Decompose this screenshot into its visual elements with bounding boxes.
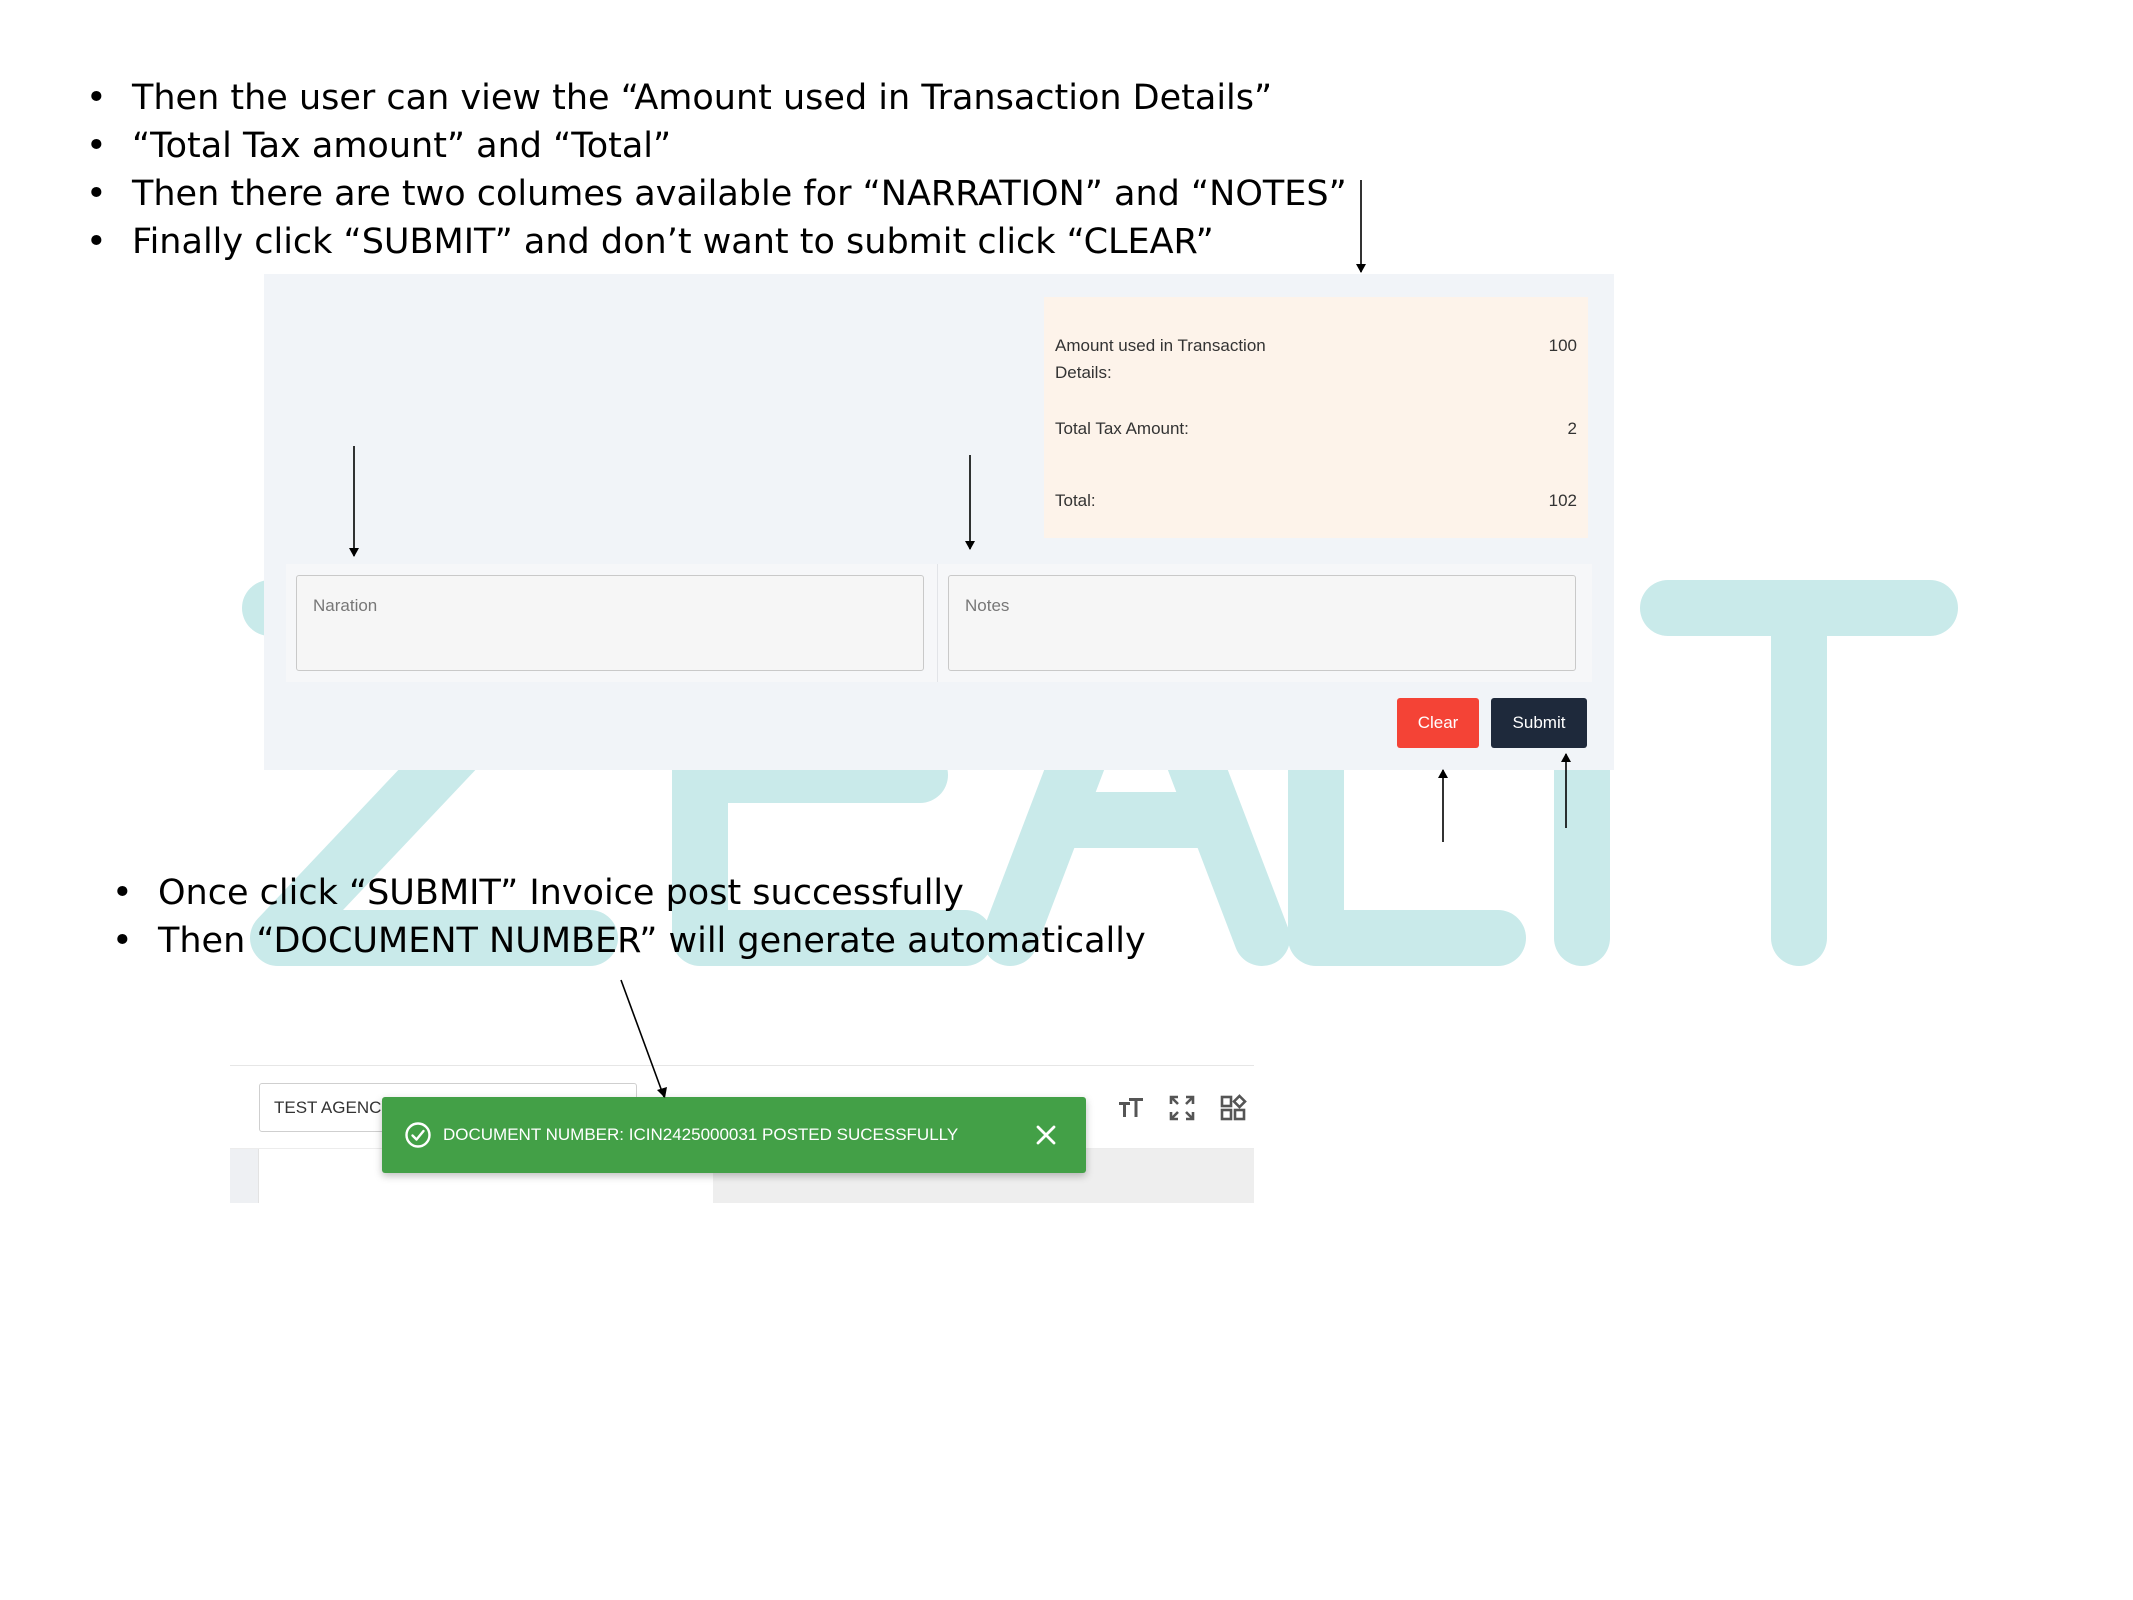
column-divider — [937, 564, 938, 682]
total-label: Total: — [1055, 491, 1096, 510]
instruction-item: Once click “SUBMIT” Invoice post success… — [112, 869, 1146, 917]
narration-field[interactable] — [296, 575, 924, 671]
check-circle-icon — [405, 1122, 431, 1148]
arrowhead — [1356, 264, 1366, 273]
text-size-icon[interactable] — [1117, 1094, 1145, 1122]
tax-value: 2 — [1567, 419, 1577, 438]
narration-notes-section — [286, 564, 1592, 682]
instruction-item: Finally click “SUBMIT” and don’t want to… — [86, 218, 1347, 266]
success-toast: DOCUMENT NUMBER: ICIN2425000031 POSTED S… — [382, 1097, 1086, 1173]
clear-button[interactable]: Clear — [1397, 698, 1479, 748]
close-icon[interactable] — [1032, 1121, 1060, 1149]
widgets-icon[interactable] — [1219, 1094, 1247, 1122]
fullscreen-icon[interactable] — [1168, 1094, 1196, 1122]
instruction-item: Then “DOCUMENT NUMBER” will generate aut… — [112, 917, 1146, 965]
amount-label: Amount used in Transaction Details: — [1055, 336, 1266, 382]
toast-message: DOCUMENT NUMBER: ICIN2425000031 POSTED S… — [443, 1125, 959, 1144]
instructions-top: Then the user can view the “Amount used … — [86, 74, 1347, 266]
invoice-summary-panel: Amount used in Transaction Details: 100 … — [264, 274, 1614, 770]
arrowhead — [1438, 769, 1448, 778]
instructions-bottom: Once click “SUBMIT” Invoice post success… — [112, 869, 1146, 965]
side-strip — [230, 1149, 258, 1203]
notes-field[interactable] — [948, 575, 1576, 671]
instruction-item: “Total Tax amount” and “Total” — [86, 122, 1347, 170]
total-value: 102 — [1548, 491, 1577, 510]
instruction-item: Then the user can view the “Amount used … — [86, 74, 1347, 122]
tax-label: Total Tax Amount: — [1055, 419, 1189, 438]
instruction-item: Then there are two columes available for… — [86, 170, 1347, 218]
amount-value: 100 — [1548, 336, 1577, 355]
totals-box: Amount used in Transaction Details: 100 … — [1044, 297, 1588, 538]
submit-button[interactable]: Submit — [1491, 698, 1587, 748]
